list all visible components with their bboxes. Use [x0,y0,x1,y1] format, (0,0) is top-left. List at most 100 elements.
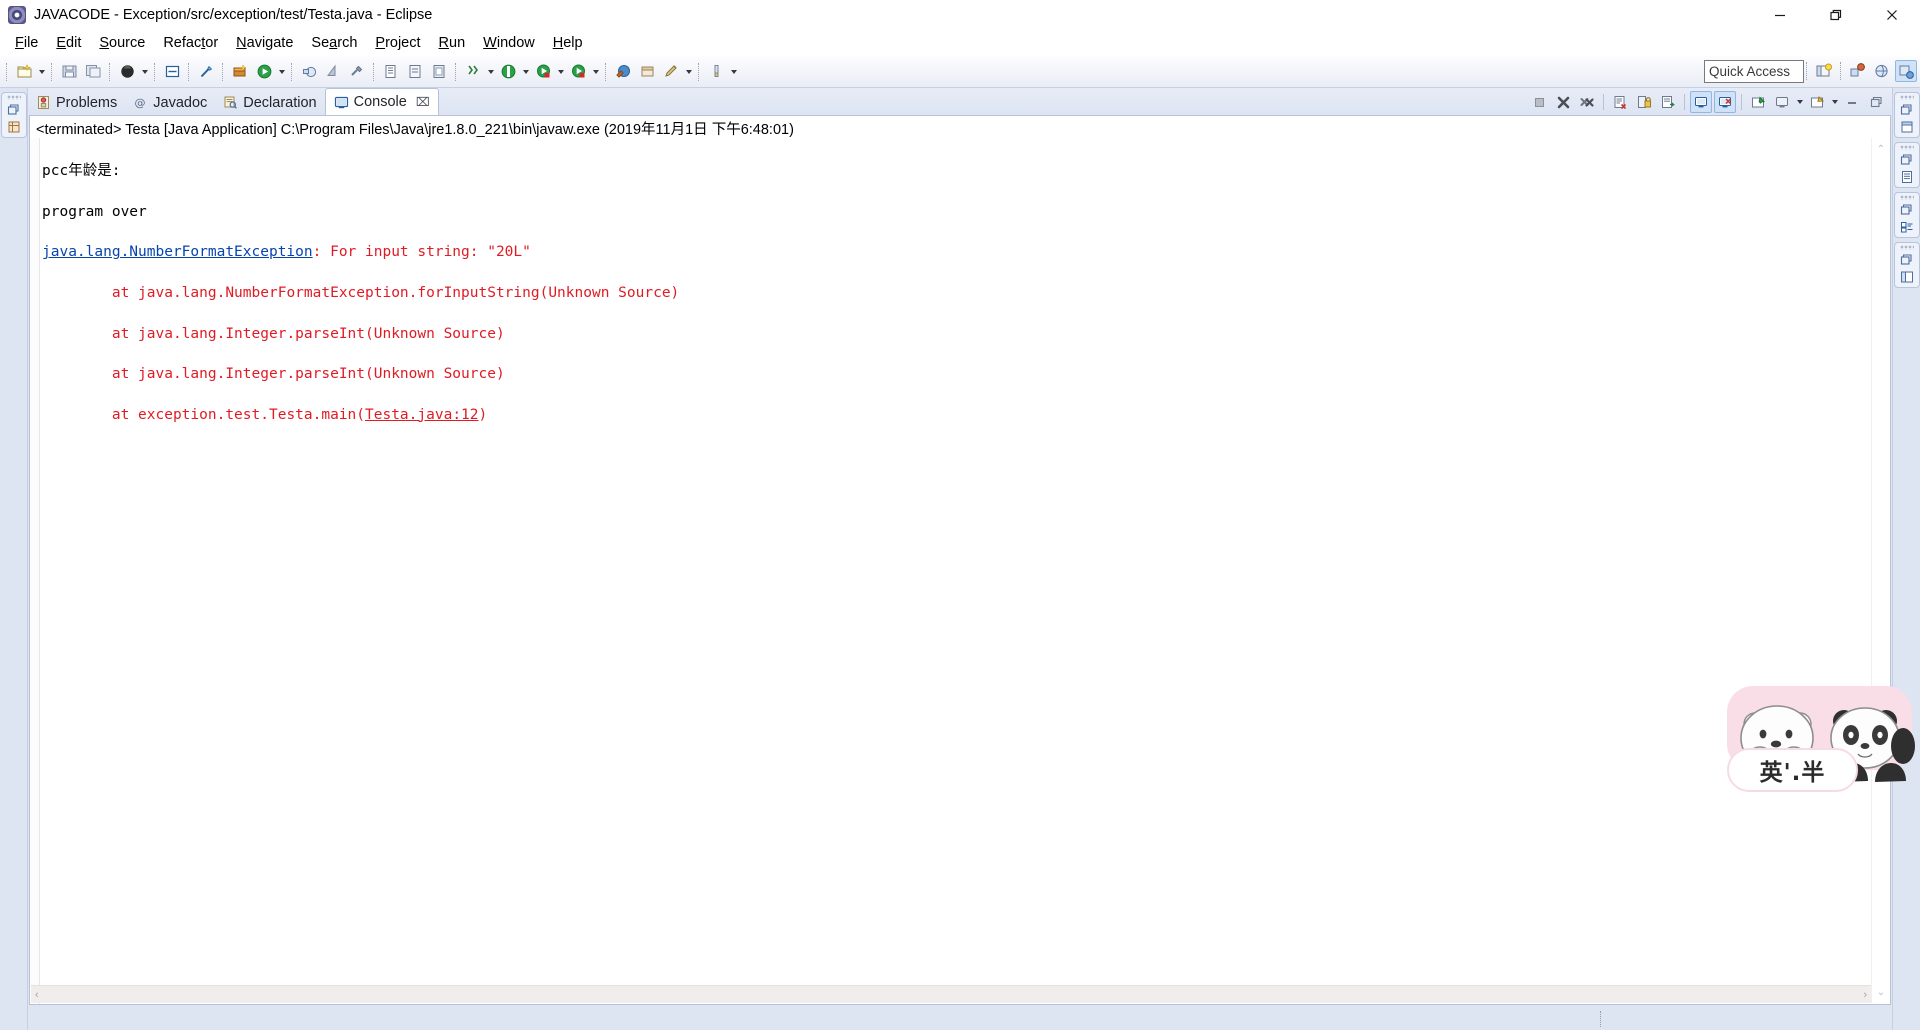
console-line-2: program over [42,203,147,220]
debug-perspective-icon[interactable] [497,61,519,83]
close-button[interactable] [1864,0,1920,30]
save-icon[interactable] [58,61,80,83]
debug-dropdown[interactable] [139,61,150,83]
open-perspective-icon[interactable] [636,61,658,83]
open-task-icon[interactable] [380,61,402,83]
perspective-web-icon[interactable] [1871,60,1893,82]
run-dropdown[interactable] [276,61,287,83]
run-as-icon[interactable] [532,61,554,83]
link-icon[interactable] [195,61,217,83]
drag-handle-dots[interactable] [1900,245,1914,250]
previous-annotation-icon[interactable] [404,61,426,83]
open-console-dropdown[interactable] [1829,91,1840,113]
new-wizard-dropdown[interactable] [36,61,47,83]
fastview-outline[interactable] [1894,92,1920,138]
toggle-dropdown[interactable] [728,61,739,83]
open-console-icon[interactable] [1806,91,1828,113]
remove-launch-icon[interactable] [1552,91,1574,113]
word-wrap-icon[interactable] [1657,91,1679,113]
pin-dropdown[interactable] [683,61,694,83]
console-output[interactable]: pcc年龄是: program over java.lang.NumberFor… [42,141,1866,445]
perspective-java-icon[interactable] [1895,60,1917,82]
show-console-on-output-icon[interactable] [1690,91,1712,113]
run-config-dropdown[interactable] [590,61,601,83]
external-tools-icon[interactable] [612,61,634,83]
terminate-icon[interactable] [1528,91,1550,113]
perspective-java-ee-icon[interactable] [1847,60,1869,82]
scroll-lock-icon[interactable] [1633,91,1655,113]
search-dropdown[interactable] [485,61,496,83]
skip-breakpoints-icon[interactable] [322,61,344,83]
declaration-icon [224,96,238,109]
toolbar-separator [1603,94,1604,110]
close-icon[interactable]: ⌧ [416,95,430,109]
run-config-icon[interactable] [567,61,589,83]
display-selected-console-icon[interactable] [1771,91,1793,113]
toggle-mark-occurrences-icon[interactable] [705,61,727,83]
scroll-up-button[interactable]: ⌃ [1872,140,1890,158]
menu-refactor[interactable]: Refactor [154,33,227,53]
tab-javadoc[interactable]: @ Javadoc [125,90,215,115]
fastview-task-list[interactable] [1894,142,1920,188]
open-perspective-button[interactable] [1813,60,1835,82]
search-icon[interactable] [462,61,484,83]
console-scroll-area[interactable]: pcc年龄是: program over java.lang.NumberFor… [30,138,1890,1004]
status-resize-grip[interactable] [1600,1011,1602,1027]
exception-type-link[interactable]: java.lang.NumberFormatException [42,244,313,260]
drag-handle-dots[interactable] [7,95,21,100]
svg-text:@: @ [135,97,146,110]
debug-icon[interactable] [116,61,138,83]
menu-project[interactable]: Project [366,33,429,53]
tab-console[interactable]: Console ⌧ [324,88,439,115]
open-type-icon[interactable] [229,61,251,83]
maximize-view-icon[interactable] [1865,91,1887,113]
run-last-tool-icon[interactable] [298,61,320,83]
show-console-on-error-icon[interactable] [1714,91,1736,113]
console-horizontal-scrollbar[interactable]: ‹ › [31,985,1871,1003]
tab-label: Problems [56,94,118,111]
save-all-icon[interactable] [82,61,104,83]
fastview-properties[interactable] [1894,192,1920,238]
menu-edit[interactable]: Edit [47,33,90,53]
tab-label: Javadoc [153,94,208,111]
new-wizard-icon[interactable] [13,61,35,83]
fastview-templates[interactable] [1894,242,1920,288]
build-all-icon[interactable] [346,61,368,83]
menu-run[interactable]: Run [430,33,475,53]
run-icon[interactable] [253,61,275,83]
minimize-view-icon[interactable] [1841,91,1863,113]
source-location-link[interactable]: Testa.java:12 [365,407,479,423]
pin-editor-icon[interactable] [660,61,682,83]
console-view-toolbar [1527,90,1888,114]
tab-declaration[interactable]: Declaration [215,90,324,115]
menu-source[interactable]: Source [90,33,154,53]
next-annotation-icon[interactable] [428,61,450,83]
display-console-dropdown[interactable] [1794,91,1805,113]
quick-access-input[interactable]: Quick Access [1704,60,1804,83]
run-as-dropdown[interactable] [555,61,566,83]
tab-label: Declaration [243,94,317,111]
window-controls [1752,0,1920,30]
new-java-class-icon[interactable] [161,61,183,83]
scroll-right-button[interactable]: › [1863,989,1867,1001]
menu-search[interactable]: Search [302,33,366,53]
pin-console-icon[interactable] [1747,91,1769,113]
clear-console-icon[interactable] [1609,91,1631,113]
menu-navigate[interactable]: Navigate [227,33,302,53]
console-vertical-scrollbar[interactable]: ⌃ ⌄ [1871,138,1889,1003]
menu-window[interactable]: Window [474,33,544,53]
menu-help[interactable]: Help [544,33,592,53]
maximize-button[interactable] [1808,0,1864,30]
scroll-down-button[interactable]: ⌄ [1872,983,1890,1001]
remove-all-launches-icon[interactable] [1576,91,1598,113]
scroll-left-button[interactable]: ‹ [35,989,39,1001]
menu-file[interactable]: File [6,33,47,53]
drag-handle-dots[interactable] [1900,95,1914,100]
drag-handle-dots[interactable] [1900,145,1914,150]
minimize-button[interactable] [1752,0,1808,30]
drag-handle-dots[interactable] [1900,195,1914,200]
debug-dropdown-2[interactable] [520,61,531,83]
toolbar-separator [605,62,607,81]
fastview-package-explorer[interactable] [1,92,27,138]
tab-problems[interactable]: Problems [28,90,125,115]
